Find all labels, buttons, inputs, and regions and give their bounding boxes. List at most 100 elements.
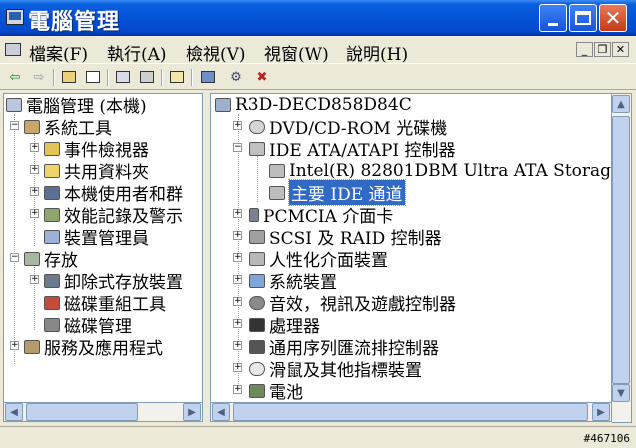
show-hide-tree-icon[interactable] bbox=[84, 68, 102, 86]
tree-item-system-tools[interactable]: 系統工具 bbox=[24, 116, 112, 139]
tree-item-sound-video-game[interactable]: 音效，視訊及遊戲控制器 bbox=[249, 292, 456, 315]
title-bar[interactable]: 電腦管理 ✕ bbox=[0, 0, 636, 36]
tree-item-pcmcia[interactable]: PCMCIA 介面卡 bbox=[249, 204, 393, 227]
expand-icon[interactable]: + bbox=[30, 165, 39, 174]
right-horizontal-scrollbar[interactable]: ◀ ▶ bbox=[210, 402, 612, 422]
mdi-close-button[interactable]: ✕ bbox=[612, 42, 629, 57]
expand-icon[interactable]: + bbox=[233, 231, 242, 240]
tree-item-disk-defragmenter[interactable]: 磁碟重組工具 bbox=[44, 292, 166, 315]
properties-icon[interactable] bbox=[114, 68, 132, 86]
tree-item-batteries[interactable]: 電池 bbox=[249, 380, 303, 402]
toolbar-separator bbox=[161, 69, 163, 86]
tree-item-label: R3D-DECD858D84C bbox=[235, 94, 412, 115]
tree-item-hid[interactable]: 人性化介面裝置 bbox=[249, 248, 388, 271]
disk-management-icon bbox=[44, 317, 60, 332]
expand-icon[interactable]: + bbox=[10, 341, 19, 350]
forward-icon[interactable]: ⇨ bbox=[30, 68, 48, 86]
expand-icon[interactable]: + bbox=[233, 297, 242, 306]
expand-icon[interactable]: + bbox=[233, 275, 242, 284]
tree-item-services-applications[interactable]: 服務及應用程式 bbox=[24, 336, 163, 359]
cdrom-icon bbox=[249, 119, 265, 134]
computer-management-app-icon[interactable] bbox=[6, 9, 24, 25]
tree-item-removable-storage[interactable]: 卸除式存放裝置 bbox=[44, 270, 183, 293]
tree-item-dvd-cdrom[interactable]: DVD/CD-ROM 光碟機 bbox=[249, 116, 447, 139]
expand-icon[interactable]: + bbox=[233, 121, 242, 130]
device-manager-icon bbox=[44, 229, 60, 244]
right-vertical-scrollbar[interactable]: ▲ ▼ bbox=[612, 93, 632, 423]
scroll-left-icon[interactable]: ◀ bbox=[5, 403, 23, 421]
expand-icon[interactable]: + bbox=[233, 253, 242, 262]
menu-help[interactable]: 說明(H) bbox=[346, 40, 408, 65]
maximize-icon bbox=[575, 11, 591, 25]
expand-icon[interactable]: + bbox=[30, 209, 39, 218]
ide-channel-icon bbox=[269, 185, 285, 200]
expand-icon[interactable]: + bbox=[30, 143, 39, 152]
tree-item-computer[interactable]: R3D-DECD858D84C bbox=[215, 94, 412, 115]
scroll-right-icon[interactable]: ▶ bbox=[183, 403, 201, 421]
maximize-button[interactable] bbox=[569, 4, 597, 32]
help-icon[interactable] bbox=[168, 68, 186, 86]
details-pane[interactable]: R3D-DECD858D84C + DVD/CD-ROM 光碟機 − IDE A… bbox=[210, 93, 612, 403]
expand-icon[interactable]: + bbox=[233, 385, 242, 394]
event-viewer-icon bbox=[44, 141, 60, 156]
tree-item-system-devices[interactable]: 系統裝置 bbox=[249, 270, 337, 293]
expand-icon[interactable]: + bbox=[233, 319, 242, 328]
uninstall-icon[interactable]: ✖ bbox=[253, 68, 271, 86]
minimize-button[interactable] bbox=[539, 4, 567, 32]
scrollbar-thumb[interactable] bbox=[26, 403, 138, 421]
performance-icon bbox=[44, 207, 60, 222]
tree-item-processors[interactable]: 處理器 bbox=[249, 314, 320, 337]
ide-controller-icon bbox=[249, 141, 265, 156]
document-icon[interactable] bbox=[5, 43, 21, 56]
tree-item-ide-controllers[interactable]: IDE ATA/ATAPI 控制器 bbox=[249, 138, 456, 161]
tree-item-intel-ata-controller[interactable]: Intel(R) 82801DBM Ultra ATA Storage Co bbox=[269, 160, 611, 181]
mdi-restore-button[interactable]: ❐ bbox=[594, 42, 611, 57]
menu-action[interactable]: 執行(A) bbox=[107, 40, 167, 65]
tree-item-scsi-raid[interactable]: SCSI 及 RAID 控制器 bbox=[249, 226, 442, 249]
tree-item-mice-pointing[interactable]: 滑鼠及其他指標裝置 bbox=[249, 358, 422, 381]
close-button[interactable]: ✕ bbox=[599, 4, 627, 32]
scroll-left-icon[interactable]: ◀ bbox=[212, 403, 230, 421]
menu-window[interactable]: 視窗(W) bbox=[264, 40, 329, 65]
collapse-icon[interactable]: − bbox=[233, 143, 242, 152]
scrollbar-thumb[interactable] bbox=[612, 116, 630, 384]
tree-item-device-manager[interactable]: 裝置管理員 bbox=[44, 226, 149, 249]
tree-item-event-viewer[interactable]: 事件檢視器 bbox=[44, 138, 149, 161]
usb-icon bbox=[249, 339, 265, 354]
console-tree-pane[interactable]: 電腦管理 (本機) − 系統工具 + 事件檢視器 + 共用資料夾 + 本機使用者… bbox=[3, 93, 203, 422]
left-horizontal-scrollbar[interactable]: ◀ ▶ bbox=[3, 402, 203, 422]
expand-icon[interactable]: + bbox=[30, 275, 39, 284]
processor-icon bbox=[249, 317, 265, 332]
scan-hardware-icon[interactable] bbox=[199, 68, 217, 86]
tree-item-usb-controllers[interactable]: 通用序列匯流排控制器 bbox=[249, 336, 439, 359]
scsi-icon bbox=[249, 229, 265, 244]
expand-icon[interactable]: + bbox=[233, 363, 242, 372]
tree-item-computer-management[interactable]: 電腦管理 (本機) bbox=[6, 94, 147, 117]
watermark-id: #467106 bbox=[583, 432, 630, 445]
tree-item-disk-management[interactable]: 磁碟管理 bbox=[44, 314, 132, 337]
menu-file[interactable]: 檔案(F) bbox=[29, 40, 88, 65]
tree-item-performance-logs[interactable]: 效能記錄及警示 bbox=[44, 204, 183, 227]
users-icon bbox=[44, 185, 60, 200]
scroll-right-icon[interactable]: ▶ bbox=[592, 403, 610, 421]
scroll-up-icon[interactable]: ▲ bbox=[612, 95, 630, 113]
expand-icon[interactable]: + bbox=[233, 341, 242, 350]
scrollbar-thumb[interactable] bbox=[233, 403, 588, 421]
collapse-icon[interactable]: − bbox=[10, 253, 19, 262]
defrag-icon bbox=[44, 295, 60, 310]
tree-item-local-users[interactable]: 本機使用者和群 bbox=[44, 182, 183, 205]
menu-view[interactable]: 檢視(V) bbox=[186, 40, 246, 65]
collapse-icon[interactable]: − bbox=[10, 121, 19, 130]
print-icon[interactable] bbox=[138, 68, 156, 86]
expand-icon[interactable]: + bbox=[30, 187, 39, 196]
tree-item-shared-folders[interactable]: 共用資料夾 bbox=[44, 160, 149, 183]
expand-icon[interactable]: + bbox=[233, 209, 242, 218]
scroll-down-icon[interactable]: ▼ bbox=[612, 384, 630, 402]
tree-item-storage[interactable]: 存放 bbox=[24, 248, 78, 271]
up-folder-icon[interactable] bbox=[60, 68, 78, 86]
back-icon[interactable]: ⇦ bbox=[6, 68, 24, 86]
sound-icon bbox=[249, 295, 265, 310]
update-driver-icon[interactable]: ⚙ bbox=[227, 68, 245, 86]
tree-item-primary-ide-channel[interactable]: 主要 IDE 通道 bbox=[269, 179, 406, 206]
mdi-minimize-button[interactable]: _ bbox=[576, 42, 593, 57]
